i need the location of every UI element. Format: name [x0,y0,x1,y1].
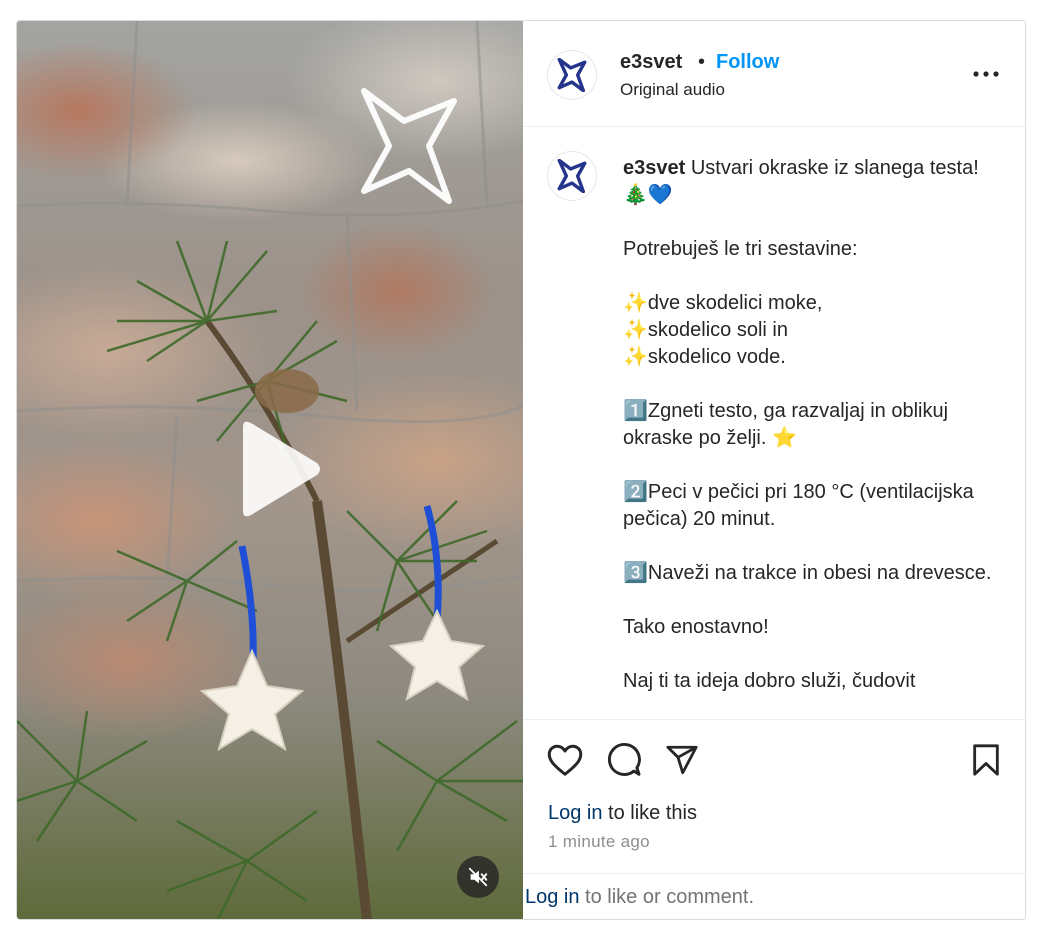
username-link[interactable]: e3svet [620,51,682,74]
post-header: e3svet • Follow Original audio [523,21,1025,127]
like-prompt: Log in to like this [548,802,697,825]
caption-avatar[interactable] [547,151,597,201]
comment-button[interactable] [604,740,644,780]
post-caption: e3svet Ustvari okraske iz slanega testa!… [623,155,993,695]
heart-icon [547,744,583,776]
video-player[interactable] [17,21,523,919]
play-icon [243,421,320,517]
paper-plane-icon [666,745,698,775]
comment-bubble-icon [607,742,641,776]
footer-prompt: Log in to like or comment. [525,886,754,909]
mute-toggle-button[interactable] [457,856,499,898]
like-prompt-text: to like this [602,802,697,824]
post-details-panel: e3svet • Follow Original audio e3svet Us… [523,21,1025,919]
comment-footer: Log in to like or comment. [523,873,1025,919]
share-button[interactable] [662,740,702,780]
avatar[interactable] [547,50,597,100]
more-options-button[interactable] [969,59,1003,89]
muted-speaker-icon [468,867,488,887]
login-link[interactable]: Log in [548,802,603,824]
e3svet-star-logo-icon [557,159,587,193]
caption-section: e3svet Ustvari okraske iz slanega testa!… [523,127,1025,719]
post-actions: Log in to like this 1 minute ago [523,719,1025,899]
bookmark-icon [973,744,999,776]
more-options-icon [973,71,999,77]
footer-prompt-text: to like or comment. [579,886,755,908]
caption-text: Ustvari okraske iz slanega testa! 🎄💙 Pot… [623,157,992,692]
e3svet-star-logo-icon [557,58,587,92]
like-button[interactable] [545,740,585,780]
follow-button[interactable]: Follow [716,51,779,74]
footer-login-link[interactable]: Log in [525,886,580,908]
play-button[interactable] [229,419,325,519]
post-timestamp[interactable]: 1 minute ago [548,832,650,852]
original-audio-link[interactable]: Original audio [620,80,725,100]
save-button[interactable] [966,740,1006,780]
caption-username[interactable]: e3svet [623,157,685,179]
separator-dot: • [698,51,706,73]
post-card: e3svet • Follow Original audio e3svet Us… [16,20,1026,920]
